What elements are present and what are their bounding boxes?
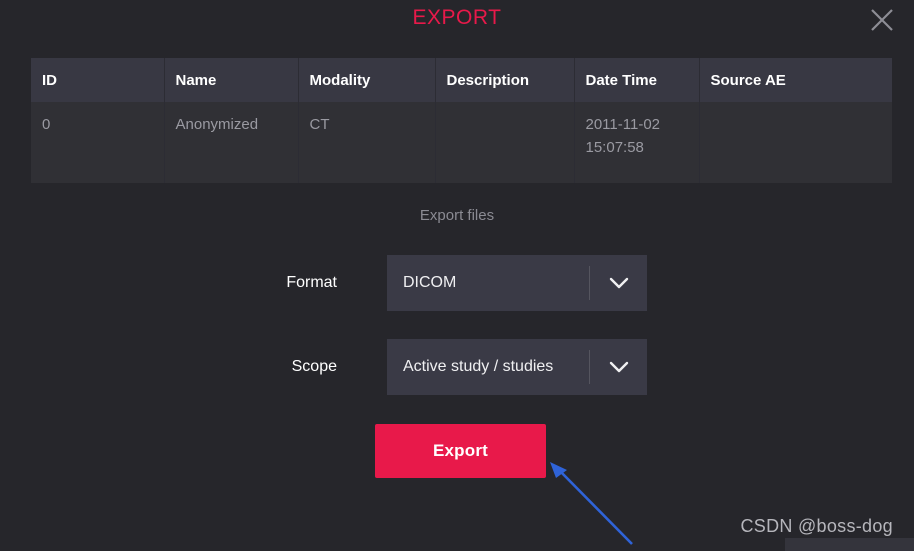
watermark-panel [785,538,914,551]
export-files-label: Export files [419,207,495,224]
column-header-modality[interactable]: Modality [298,58,436,102]
close-icon [868,6,896,34]
cell-name: Anonymized [164,102,299,183]
arrow-up-left-icon [540,458,650,551]
column-header-description[interactable]: Description [435,58,575,102]
table-body: 0 Anonymized CT 2011-11-02 15:07:58 [31,102,892,183]
chevron-down-icon[interactable] [590,255,647,311]
scope-row: Scope Active study / studies [0,339,914,395]
column-header-date-time[interactable]: Date Time [574,58,700,102]
scope-label: Scope [291,358,337,375]
format-select-value: DICOM [403,274,457,291]
column-header-source-ae[interactable]: Source AE [699,58,892,102]
cell-date-time: 2011-11-02 15:07:58 [574,102,700,183]
export-button[interactable]: Export [375,424,546,478]
column-header-name[interactable]: Name [164,58,299,102]
export-table-container: ID Name Modality Description Date Time S… [31,58,892,183]
watermark-text: CSDN @boss-dog [740,516,893,536]
format-row: Format DICOM [0,255,914,311]
cell-source-ae [699,102,892,183]
table-header-row: ID Name Modality Description Date Time S… [31,58,892,102]
page-title: EXPORT [412,6,502,29]
table-row[interactable]: 0 Anonymized CT 2011-11-02 15:07:58 [31,102,892,183]
dialog-header: EXPORT [0,0,914,45]
format-select[interactable]: DICOM [387,255,647,311]
scope-select[interactable]: Active study / studies [387,339,647,395]
scope-select-value: Active study / studies [403,358,554,375]
cell-modality: CT [298,102,436,183]
cell-description [435,102,575,183]
export-table: ID Name Modality Description Date Time S… [31,58,892,183]
chevron-down-icon[interactable] [590,339,647,395]
table-header: ID Name Modality Description Date Time S… [31,58,892,102]
cell-id: 0 [31,102,165,183]
close-button[interactable] [864,2,900,38]
column-header-id[interactable]: ID [31,58,165,102]
format-label: Format [286,274,337,291]
